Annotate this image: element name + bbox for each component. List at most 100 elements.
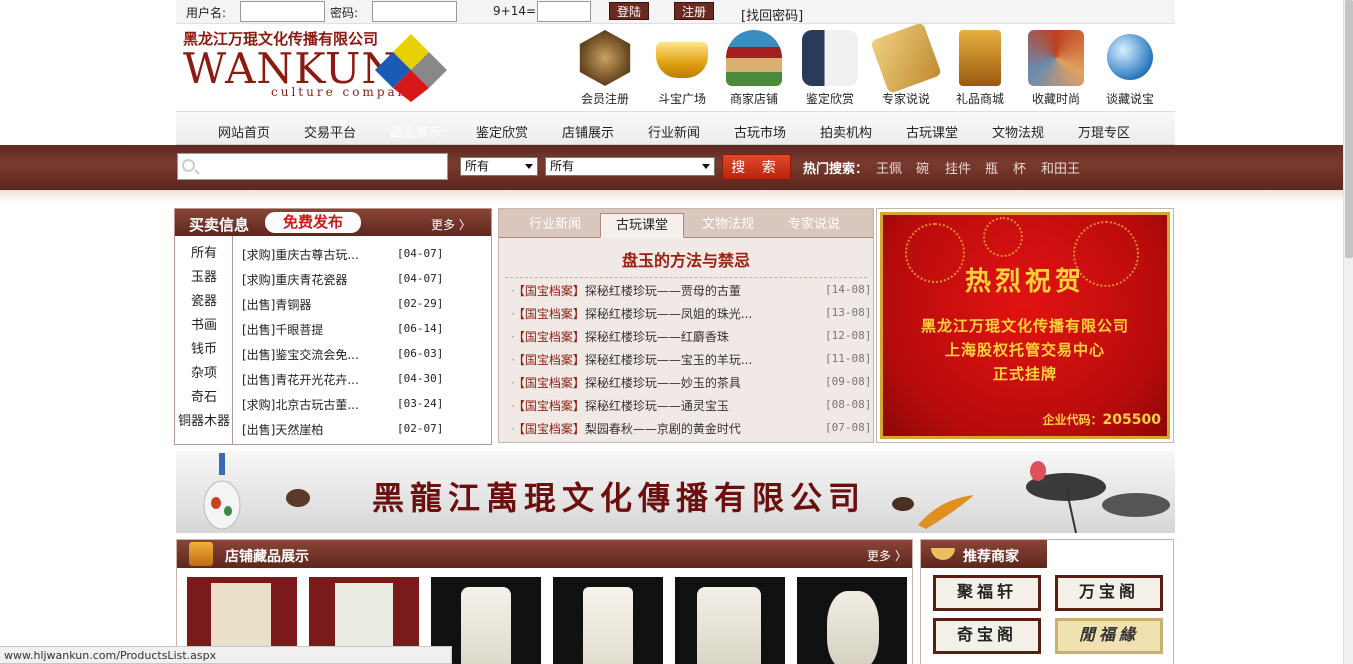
vertical-scrollbar[interactable] — [1343, 0, 1353, 664]
stone-icon — [286, 489, 310, 507]
nav-appraisal[interactable]: 鉴定欣赏 — [476, 122, 528, 141]
post-link[interactable]: [出售]天然崖柏 — [242, 421, 323, 438]
post-link[interactable]: [出售]青铜器 — [242, 296, 311, 313]
tab-expert-talk[interactable]: 专家说说 — [772, 213, 856, 238]
bullet: · — [511, 353, 515, 367]
search-category-select[interactable]: 所有 — [460, 157, 538, 176]
post-link[interactable]: [出售]青花开光花卉... — [242, 371, 359, 388]
category-item[interactable]: 所有 — [175, 242, 233, 261]
category-item[interactable]: 奇石 — [175, 386, 233, 405]
product-thumbnail[interactable] — [675, 577, 785, 664]
news-tag: 【国宝档案】 — [518, 330, 585, 344]
hot-keyword[interactable]: 和田王 — [1041, 158, 1080, 177]
login-button[interactable]: 登陆 — [609, 2, 649, 20]
nav-auction[interactable]: 拍卖机构 — [820, 122, 872, 141]
category-item[interactable]: 铜器木器 — [175, 410, 233, 429]
news-item[interactable]: · 【国宝档案】探秘红楼珍玩——通灵宝玉 — [511, 397, 729, 414]
panel-header: 买卖信息 免费发布 更多 〉 — [175, 209, 491, 236]
top-icon-treasure-square[interactable]: 斗宝广场 — [647, 30, 717, 107]
site-logo[interactable]: 黑龙江万琨文化传播有限公司 WANKUN culture company — [183, 28, 453, 103]
hot-keyword[interactable]: 碗 — [916, 158, 929, 177]
news-item-title: 梨园春秋——京剧的黄金时代 — [584, 422, 741, 436]
register-button[interactable]: 注册 — [674, 2, 714, 20]
scrollbar-thumb[interactable] — [1345, 0, 1353, 258]
top-icon-label: 收藏时尚 — [1031, 92, 1080, 106]
category-item[interactable]: 书画 — [175, 314, 233, 333]
nav-home[interactable]: 网站首页 — [218, 122, 270, 141]
banner-company-name: 黑龍江萬琨文化傳播有限公司 — [372, 479, 867, 517]
tab-antique-class[interactable]: 古玩课堂 — [600, 213, 684, 238]
product-thumbnail[interactable] — [553, 577, 663, 664]
search-button[interactable]: 搜 索 — [722, 154, 791, 180]
product-thumbnail[interactable] — [797, 577, 907, 664]
top-icon-member-register[interactable]: 会员注册 — [570, 30, 640, 107]
category-item[interactable]: 玉器 — [175, 266, 233, 285]
hot-keyword[interactable]: 杯 — [1013, 158, 1026, 177]
news-item[interactable]: · 【国宝档案】探秘红楼珍玩——红麝香珠 — [511, 328, 729, 345]
top-icon-expert-talk[interactable]: 专家说说 — [870, 22, 942, 107]
post-link[interactable]: [求购]重庆古尊古玩... — [242, 246, 359, 263]
nav-antique-class[interactable]: 古玩课堂 — [906, 122, 958, 141]
password-input[interactable] — [372, 1, 457, 22]
forgot-password-link[interactable]: [找回密码] — [741, 5, 803, 24]
nav-antique-market[interactable]: 古玩市场 — [734, 122, 786, 141]
collection-icon — [1028, 30, 1084, 86]
lotus-painting-icon — [1026, 461, 1170, 533]
gold-ingot-icon — [656, 42, 708, 78]
top-icon-treasure-chat[interactable]: 谈藏说宝 — [1095, 30, 1165, 107]
panel-title: 推荐商家 — [963, 549, 1019, 565]
category-item[interactable]: 瓷器 — [175, 290, 233, 309]
post-link[interactable]: [求购]北京古玩古董... — [242, 396, 359, 413]
post-date: [06-14] — [397, 322, 444, 335]
category-item[interactable]: 钱币 — [175, 338, 233, 357]
captcha-input[interactable] — [537, 1, 591, 22]
news-tag: 【国宝档案】 — [518, 284, 585, 298]
post-link[interactable]: [出售]鉴宝交流会免... — [242, 346, 359, 363]
chat-icon — [1107, 34, 1153, 80]
bullet: · — [511, 399, 515, 413]
nav-shops[interactable]: 店铺展示 — [562, 122, 614, 141]
news-item[interactable]: · 【国宝档案】探秘红楼珍玩——凤姐的珠光... — [511, 305, 752, 322]
free-post-button[interactable]: 免费发布 — [265, 212, 361, 233]
post-link[interactable]: [求购]重庆青花瓷器 — [242, 271, 347, 288]
top-icon-merchant-shops[interactable]: 商家店铺 — [719, 30, 789, 107]
nav-collection[interactable]: 藏品展示 — [390, 122, 442, 141]
more-link[interactable]: 更多 〉 — [431, 216, 471, 233]
merchant-plaque[interactable]: 閒福緣 — [1055, 618, 1163, 654]
top-icon-label: 会员注册 — [580, 92, 629, 106]
news-headline[interactable]: 盘玉的方法与禁忌 — [499, 247, 873, 271]
tab-industry-news[interactable]: 行业新闻 — [513, 213, 597, 238]
hot-keyword[interactable]: 王佩 — [876, 158, 902, 177]
news-item[interactable]: · 【国宝档案】探秘红楼珍玩——妙玉的茶具 — [511, 374, 741, 391]
divider — [505, 277, 867, 278]
congratulation-banner[interactable]: 热烈祝贺 黑龙江万琨文化传播有限公司 上海股权托管交易中心 正式挂牌 企业代码：… — [876, 208, 1174, 443]
tab-regulations[interactable]: 文物法规 — [686, 213, 770, 238]
hot-keyword[interactable]: 挂件 — [945, 158, 971, 177]
nav-wankun-zone[interactable]: 万琨专区 — [1078, 122, 1130, 141]
top-icon-collection-fashion[interactable]: 收藏时尚 — [1021, 30, 1091, 107]
news-item-title: 探秘红楼珍玩——贾母的古董 — [584, 284, 741, 298]
hot-keyword[interactable]: 瓶 — [985, 158, 998, 177]
more-link[interactable]: 更多 〉 — [867, 547, 907, 564]
nav-industry-news[interactable]: 行业新闻 — [648, 122, 700, 141]
post-date: [02-07] — [397, 422, 444, 435]
news-item[interactable]: · 【国宝档案】探秘红楼珍玩——贾母的古董 — [511, 282, 741, 299]
search-input[interactable] — [177, 153, 448, 180]
category-item[interactable]: 杂项 — [175, 362, 233, 381]
top-icon-gift-mall[interactable]: 礼品商城 — [945, 30, 1015, 107]
search-subcategory-select[interactable]: 所有 — [545, 157, 715, 176]
top-icon-appraisal[interactable]: 鉴定欣赏 — [795, 30, 865, 107]
merchant-plaque[interactable]: 奇宝阁 — [933, 618, 1041, 654]
username-input[interactable] — [240, 1, 325, 22]
panel-title: 店铺藏品展示 — [225, 549, 309, 565]
company-banner[interactable]: 黑龍江萬琨文化傳播有限公司 — [176, 451, 1175, 533]
nav-trading[interactable]: 交易平台 — [304, 122, 356, 141]
news-date: [08-08] — [825, 398, 872, 411]
post-link[interactable]: [出售]千眼菩提 — [242, 321, 323, 338]
news-item[interactable]: · 【国宝档案】梨园春秋——京剧的黄金时代 — [511, 420, 741, 437]
news-item[interactable]: · 【国宝档案】探秘红楼珍玩——宝玉的羊玩... — [511, 351, 752, 368]
post-date: [06-03] — [397, 347, 444, 360]
nav-regulations[interactable]: 文物法规 — [992, 122, 1044, 141]
merchant-plaque[interactable]: 聚福轩 — [933, 575, 1041, 611]
merchant-plaque[interactable]: 万宝阁 — [1055, 575, 1163, 611]
